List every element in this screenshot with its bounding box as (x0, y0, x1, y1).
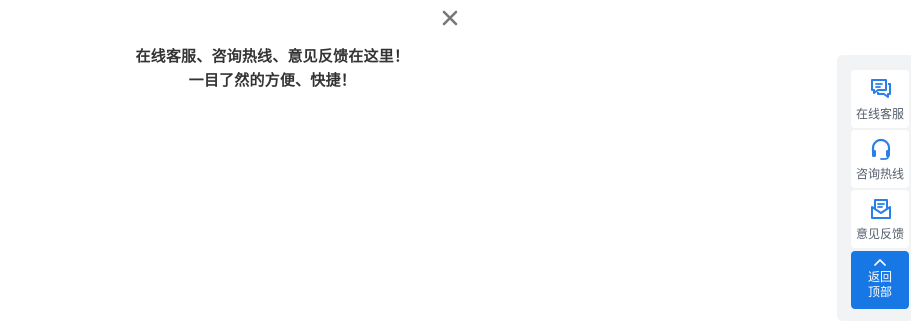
sidebar-item-feedback[interactable]: 意见反馈 (851, 190, 909, 248)
sidebar-item-online-service[interactable]: 在线客服 (851, 70, 909, 128)
back-to-top-line-1: 返回 (867, 270, 892, 284)
back-to-top-line-2: 顶部 (867, 285, 892, 299)
back-to-top-label: 返回 顶部 (851, 270, 909, 300)
headset-icon (871, 138, 891, 160)
sidebar-item-label: 在线客服 (855, 107, 904, 121)
guide-tooltip: 在线客服、咨询热线、意见反馈在这里！ 一目了然的方便、快捷！ (120, 0, 458, 110)
chat-bubbles-icon (871, 79, 891, 98)
chevron-up-icon (874, 259, 886, 266)
tooltip-line-2: 一目了然的方便、快捷！ (188, 71, 357, 89)
floating-sidebar: 在线客服 咨询热线 意见反馈 返回 顶部 (837, 55, 911, 321)
sidebar-item-hotline[interactable]: 咨询热线 (851, 130, 909, 188)
tooltip-text: 在线客服、咨询热线、意见反馈在这里！ 一目了然的方便、快捷！ (120, 44, 425, 92)
mail-envelope-icon (871, 199, 891, 219)
sidebar-item-label: 咨询热线 (855, 167, 904, 181)
tooltip-line-1: 在线客服、咨询热线、意见反馈在这里！ (135, 47, 410, 65)
back-to-top-button[interactable]: 返回 顶部 (851, 251, 909, 309)
sidebar-item-label: 意见反馈 (855, 227, 904, 241)
close-icon[interactable] (441, 9, 459, 27)
